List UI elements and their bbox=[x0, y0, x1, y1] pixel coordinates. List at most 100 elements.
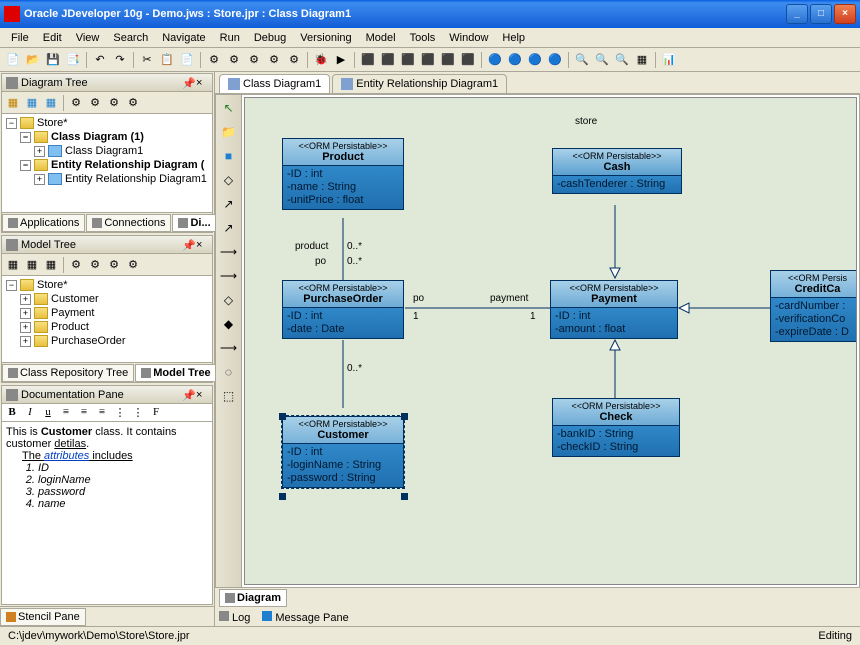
maximize-button[interactable]: □ bbox=[810, 4, 832, 24]
tree-btn-icon[interactable]: ⚙ bbox=[124, 94, 142, 112]
tree-item[interactable]: +Entity Relationship Diagram1 bbox=[4, 172, 210, 186]
italic-icon[interactable]: I bbox=[22, 406, 38, 419]
menu-view[interactable]: View bbox=[69, 30, 107, 46]
tool-icon[interactable]: ⬛ bbox=[419, 51, 437, 69]
palette-icon[interactable]: 📁 bbox=[220, 123, 238, 141]
font-icon[interactable]: F bbox=[148, 406, 164, 419]
underline-icon[interactable]: u bbox=[40, 406, 56, 419]
bold-icon[interactable]: B bbox=[4, 406, 20, 419]
panel-close-icon[interactable]: × bbox=[196, 239, 208, 251]
tool-icon[interactable]: 🔵 bbox=[546, 51, 564, 69]
menu-search[interactable]: Search bbox=[106, 30, 155, 46]
undo-icon[interactable]: ↶ bbox=[91, 51, 109, 69]
class-creditcard[interactable]: <<ORM PersisCreditCa -cardNumber : -veri… bbox=[770, 270, 857, 342]
tree-btn-icon[interactable]: ⚙ bbox=[105, 256, 123, 274]
tool-icon[interactable]: ⚙ bbox=[285, 51, 303, 69]
tool-icon[interactable]: ⬛ bbox=[359, 51, 377, 69]
copy-icon[interactable]: 📋 bbox=[158, 51, 176, 69]
diagram-canvas[interactable]: store <<ORM Persistable>>Product -ID : i… bbox=[244, 97, 857, 585]
pin-icon[interactable]: 📌 bbox=[182, 389, 194, 401]
tree-btn-icon[interactable]: ▦ bbox=[42, 94, 60, 112]
tree-btn-icon[interactable]: ▦ bbox=[4, 94, 22, 112]
tree-btn-icon[interactable]: ⚙ bbox=[86, 94, 104, 112]
tree-item[interactable]: +Product bbox=[4, 320, 210, 334]
tree-btn-icon[interactable]: ⚙ bbox=[86, 256, 104, 274]
pin-icon[interactable]: 📌 bbox=[182, 77, 194, 89]
palette-icon[interactable]: ⟶ bbox=[220, 267, 238, 285]
log-tab[interactable]: Log bbox=[219, 611, 250, 624]
menu-model[interactable]: Model bbox=[359, 30, 403, 46]
panel-close-icon[interactable]: × bbox=[196, 77, 208, 89]
tool-icon[interactable]: ⬛ bbox=[459, 51, 477, 69]
palette-icon[interactable]: ↗ bbox=[220, 219, 238, 237]
class-product[interactable]: <<ORM Persistable>>Product -ID : int-nam… bbox=[282, 138, 404, 210]
tree-btn-icon[interactable]: ▦ bbox=[23, 256, 41, 274]
align-right-icon[interactable]: ≡ bbox=[94, 406, 110, 419]
tab-diagrams[interactable]: Di... bbox=[172, 214, 216, 232]
menu-edit[interactable]: Edit bbox=[36, 30, 69, 46]
tree-item[interactable]: −Entity Relationship Diagram ( bbox=[4, 158, 210, 172]
pointer-icon[interactable]: ↖ bbox=[220, 99, 238, 117]
tool-icon[interactable]: 🔵 bbox=[506, 51, 524, 69]
menu-debug[interactable]: Debug bbox=[247, 30, 293, 46]
palette-icon[interactable]: ◌ bbox=[220, 363, 238, 381]
tab-model-tree[interactable]: Model Tree bbox=[135, 364, 216, 382]
palette-icon[interactable]: ⟶ bbox=[220, 339, 238, 357]
tool-icon[interactable]: 📊 bbox=[660, 51, 678, 69]
palette-icon[interactable]: ◇ bbox=[220, 291, 238, 309]
tool-icon[interactable]: ⚙ bbox=[265, 51, 283, 69]
tab-class-diagram[interactable]: Class Diagram1 bbox=[219, 74, 330, 93]
tree-item[interactable]: +PurchaseOrder bbox=[4, 334, 210, 348]
message-tab[interactable]: Message Pane bbox=[262, 611, 348, 624]
pin-icon[interactable]: 📌 bbox=[182, 239, 194, 251]
tree-btn-icon[interactable]: ▦ bbox=[42, 256, 60, 274]
zoom-in-icon[interactable]: 🔍 bbox=[573, 51, 591, 69]
palette-icon[interactable]: ◇ bbox=[220, 171, 238, 189]
tool-icon[interactable]: ⬛ bbox=[379, 51, 397, 69]
list-icon[interactable]: ⋮ bbox=[112, 406, 128, 419]
cut-icon[interactable]: ✂ bbox=[138, 51, 156, 69]
menu-file[interactable]: File bbox=[4, 30, 36, 46]
tree-item[interactable]: +Customer bbox=[4, 292, 210, 306]
zoom-fit-icon[interactable]: 🔍 bbox=[613, 51, 631, 69]
menu-tools[interactable]: Tools bbox=[403, 30, 443, 46]
tab-stencil[interactable]: Stencil Pane bbox=[0, 608, 86, 626]
menu-navigate[interactable]: Navigate bbox=[155, 30, 212, 46]
close-button[interactable]: × bbox=[834, 4, 856, 24]
tree-item[interactable]: +Payment bbox=[4, 306, 210, 320]
panel-close-icon[interactable]: × bbox=[196, 389, 208, 401]
tab-diagram[interactable]: Diagram bbox=[219, 589, 287, 607]
tree-btn-icon[interactable]: ⚙ bbox=[105, 94, 123, 112]
tree-item[interactable]: +Class Diagram1 bbox=[4, 144, 210, 158]
align-left-icon[interactable]: ≡ bbox=[58, 406, 74, 419]
tree-btn-icon[interactable]: ▦ bbox=[4, 256, 22, 274]
palette-icon[interactable]: ⟶ bbox=[220, 243, 238, 261]
list-icon[interactable]: ⋮ bbox=[130, 406, 146, 419]
tool-icon[interactable]: ⬛ bbox=[439, 51, 457, 69]
tab-connections[interactable]: Connections bbox=[86, 214, 171, 232]
tool-icon[interactable]: ⚙ bbox=[205, 51, 223, 69]
new-icon[interactable]: 📄 bbox=[4, 51, 22, 69]
palette-icon[interactable]: ↗ bbox=[220, 195, 238, 213]
open-icon[interactable]: 📂 bbox=[24, 51, 42, 69]
class-purchaseorder[interactable]: <<ORM Persistable>>PurchaseOrder -ID : i… bbox=[282, 280, 404, 339]
menu-window[interactable]: Window bbox=[442, 30, 495, 46]
redo-icon[interactable]: ↷ bbox=[111, 51, 129, 69]
paste-icon[interactable]: 📄 bbox=[178, 51, 196, 69]
debug-icon[interactable]: 🐞 bbox=[312, 51, 330, 69]
zoom-out-icon[interactable]: 🔍 bbox=[593, 51, 611, 69]
save-icon[interactable]: 💾 bbox=[44, 51, 62, 69]
tool-icon[interactable]: ⚙ bbox=[225, 51, 243, 69]
tool-icon[interactable]: ⬛ bbox=[399, 51, 417, 69]
class-payment[interactable]: <<ORM Persistable>>Payment -ID : int-amo… bbox=[550, 280, 678, 339]
tree-btn-icon[interactable]: ▦ bbox=[23, 94, 41, 112]
tool-icon[interactable]: ⚙ bbox=[245, 51, 263, 69]
class-check[interactable]: <<ORM Persistable>>Check -bankID : Strin… bbox=[552, 398, 680, 457]
align-center-icon[interactable]: ≡ bbox=[76, 406, 92, 419]
tab-er-diagram[interactable]: Entity Relationship Diagram1 bbox=[332, 74, 507, 93]
palette-icon[interactable]: ◆ bbox=[220, 315, 238, 333]
tab-applications[interactable]: Applications bbox=[2, 214, 85, 232]
tool-icon[interactable]: 🔵 bbox=[486, 51, 504, 69]
class-cash[interactable]: <<ORM Persistable>>Cash -cashTenderer : … bbox=[552, 148, 682, 194]
class-customer[interactable]: <<ORM Persistable>>Customer -ID : int-lo… bbox=[282, 416, 404, 488]
